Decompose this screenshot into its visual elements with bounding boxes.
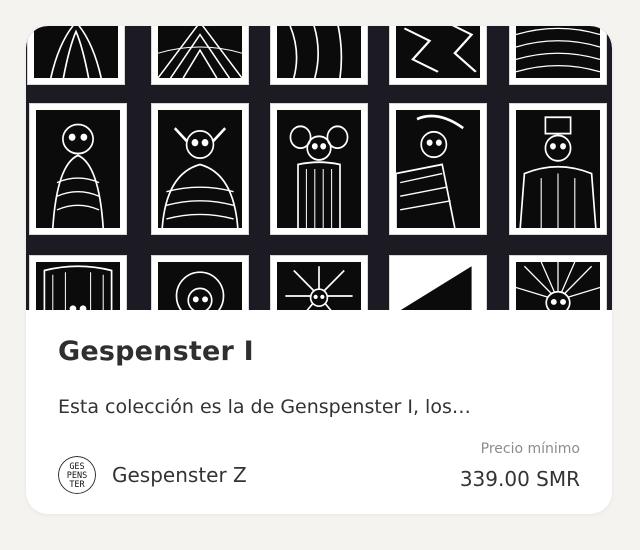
creator-name[interactable]: Gespenster Z <box>112 463 247 487</box>
artwork-tile <box>30 256 126 310</box>
artwork-tile <box>30 104 126 234</box>
avatar: GES PENS TER <box>58 456 96 494</box>
artwork-tile <box>390 256 486 310</box>
artwork-tile <box>152 104 248 234</box>
artwork-tile <box>510 256 606 310</box>
artwork-tile <box>152 256 248 310</box>
artwork-tile <box>510 104 606 234</box>
artwork-tile <box>28 26 124 84</box>
artwork-tile <box>390 26 486 84</box>
avatar-text-line: TER <box>69 480 85 490</box>
artwork-tile <box>271 256 367 310</box>
artwork-tile <box>152 26 248 84</box>
artwork-tile <box>390 104 486 234</box>
artwork-tile <box>510 26 606 84</box>
collection-description: Esta colección es la de Genspenster I, l… <box>58 396 471 418</box>
collection-banner-image[interactable] <box>26 26 612 310</box>
gespenster-logo-icon: GES PENS TER <box>58 456 96 494</box>
nft-collection-card[interactable]: Gespenster I Esta colección es la de Gen… <box>26 26 612 514</box>
creator-link[interactable]: GES PENS TER Gespenster Z <box>58 456 247 494</box>
artwork-tile <box>271 26 367 84</box>
min-price-value: 339.00 SMR <box>459 467 580 491</box>
min-price-label: Precio mínimo <box>480 441 580 457</box>
artwork-tile <box>271 104 367 234</box>
collection-title[interactable]: Gespenster I <box>58 336 254 367</box>
